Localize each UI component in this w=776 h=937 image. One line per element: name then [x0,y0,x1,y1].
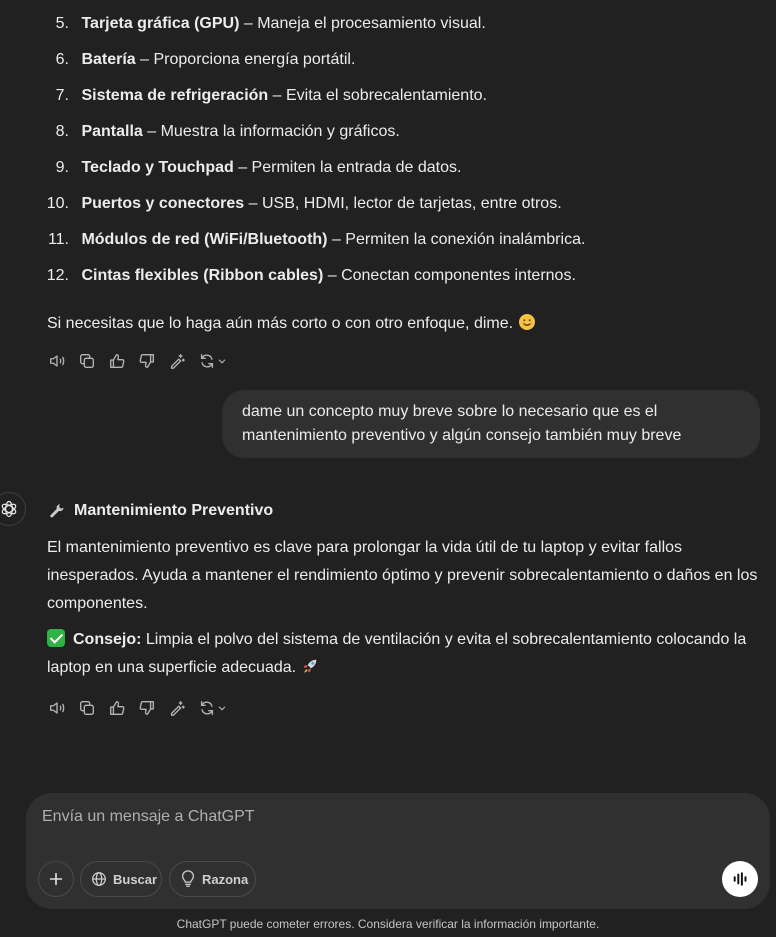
list-item-title: Pantalla [81,123,143,140]
thumbs-down-icon[interactable] [138,696,168,720]
closing-message: Si necesitas que lo haga aún más corto o… [47,310,767,341]
globe-icon [90,870,108,888]
list-item-title: Módulos de red (WiFi/Bluetooth) [81,231,328,248]
disclaimer-footer: ChatGPT puede cometer errores. Considera… [176,917,600,931]
check-mark-icon [47,629,65,647]
message-actions [48,696,232,720]
list-item-description: – Proporciona energía portátil. [135,51,356,68]
list-item: 7. Sistema de refrigeración – Evita el s… [46,84,487,108]
reply-body-text: El mantenimiento preventivo es clave par… [47,539,758,612]
list-item-title: Tarjeta gráfica (GPU) [81,15,240,32]
list-item-number: 5. [55,15,69,32]
voice-mode-button[interactable] [722,861,758,897]
list-item-number: 12. [46,267,69,284]
wrench-icon [48,502,66,520]
list-item-number: 11. [47,231,69,248]
list-item: 9. Teclado y Touchpad – Permiten la entr… [46,156,462,180]
list-item-title: Teclado y Touchpad [81,159,234,176]
list-item-number: 9. [55,159,69,176]
list-item-description: – Maneja el procesamiento visual. [239,15,486,32]
lightbulb-icon [179,870,197,888]
message-actions [48,349,232,373]
copy-icon[interactable] [78,696,108,720]
list-item: 8. Pantalla – Muestra la información y g… [46,120,400,144]
list-item-description: – Permiten la entrada de datos. [233,159,462,176]
list-item: 12. Cintas flexibles (Ribbon cables) – C… [46,264,576,288]
list-item-title: Puertos y conectores [81,195,245,212]
list-item-description: – Permiten la conexión inalámbrica. [327,231,586,248]
read-aloud-icon[interactable] [48,349,78,373]
list-item: 6. Batería – Proporciona energía portáti… [46,48,356,72]
list-item-title: Sistema de refrigeración [81,87,269,104]
voice-waveform-icon [731,870,749,888]
read-aloud-icon[interactable] [48,696,78,720]
list-item-description: – Muestra la información y gráficos. [142,123,400,140]
list-item-number: 10. [46,195,69,212]
list-item-number: 7. [55,87,69,104]
rocket-emoji-icon [301,657,319,685]
thumbs-down-icon[interactable] [138,349,168,373]
plus-icon [47,870,65,888]
smile-emoji-icon [518,313,536,341]
thumbs-up-icon[interactable] [108,696,138,720]
list-item-title: Cintas flexibles (Ribbon cables) [81,267,324,284]
edit-canvas-icon[interactable] [168,696,198,720]
tip-label: Consejo: [73,631,142,648]
attach-button[interactable] [38,861,74,897]
list-item: 10. Puertos y conectores – USB, HDMI, le… [46,192,562,216]
chatgpt-logo-icon [0,492,26,526]
list-item: 5. Tarjeta gráfica (GPU) – Maneja el pro… [46,12,486,36]
reply-body: El mantenimiento preventivo es clave par… [47,534,767,618]
tip-text: Limpia el polvo del sistema de ventilaci… [47,631,747,676]
reply-heading-text: Mantenimiento Preventivo [74,502,274,519]
user-message-bubble: dame un concepto muy breve sobre lo nece… [222,390,760,458]
regenerate-icon[interactable] [198,696,232,720]
reply-tip: Consejo: Limpia el polvo del sistema de … [47,626,767,685]
search-label: Buscar [113,871,158,887]
user-message-text: dame un concepto muy breve sobre lo nece… [242,403,682,444]
message-input[interactable]: Envía un mensaje a ChatGPT [42,808,255,826]
thumbs-up-icon[interactable] [108,349,138,373]
list-item-title: Batería [81,51,136,68]
reason-button[interactable]: Razona [169,861,256,897]
regenerate-icon[interactable] [198,349,232,373]
list-item: 11. Módulos de red (WiFi/Bluetooth) – Pe… [46,228,585,252]
search-button[interactable]: Buscar [80,861,162,897]
copy-icon[interactable] [78,349,108,373]
closing-text: Si necesitas que lo haga aún más corto o… [47,315,514,332]
message-composer[interactable]: Envía un mensaje a ChatGPT Buscar Razona [26,793,770,909]
list-item-description: – Evita el sobrecalentamiento. [268,87,487,104]
list-item-description: – Conectan componentes internos. [323,267,576,284]
edit-canvas-icon[interactable] [168,349,198,373]
reply-heading: Mantenimiento Preventivo [48,499,273,523]
list-item-description: – USB, HDMI, lector de tarjetas, entre o… [244,195,562,212]
list-item-number: 8. [55,123,69,140]
list-item-number: 6. [55,51,69,68]
reason-label: Razona [202,871,249,887]
